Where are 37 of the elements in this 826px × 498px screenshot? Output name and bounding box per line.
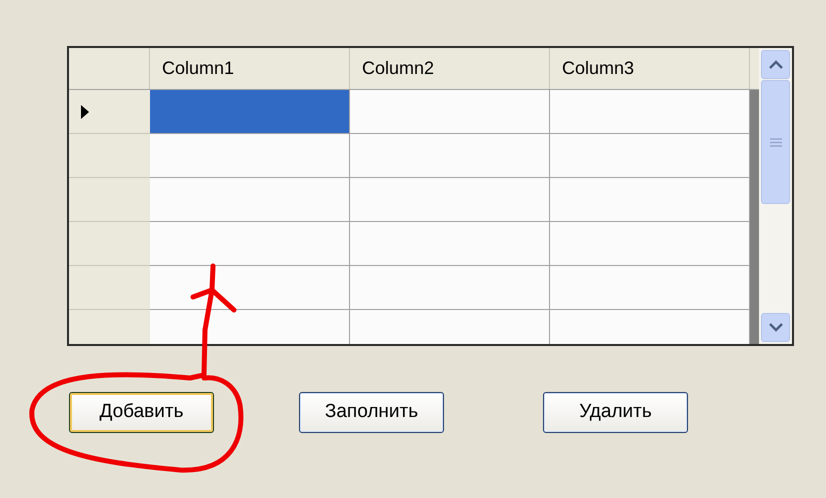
table-cell[interactable] <box>150 222 350 266</box>
action-button[interactable]: Удалить <box>543 392 688 433</box>
row-header[interactable] <box>69 134 150 178</box>
table-cell[interactable] <box>550 266 750 310</box>
column-header[interactable]: Column3 <box>550 48 750 89</box>
table-cell[interactable] <box>350 310 550 344</box>
table-cell[interactable] <box>550 310 750 344</box>
action-button[interactable]: Заполнить <box>299 392 444 433</box>
table-cell[interactable] <box>150 90 350 134</box>
table-cell[interactable] <box>350 222 550 266</box>
chevron-up-icon <box>768 60 782 69</box>
table-cell[interactable] <box>550 90 750 134</box>
table-cell[interactable] <box>150 134 350 178</box>
table-cell[interactable] <box>350 90 550 134</box>
table-cell[interactable] <box>150 178 350 222</box>
scroll-up-button[interactable] <box>761 50 790 79</box>
row-header[interactable] <box>69 266 150 310</box>
table-cell[interactable] <box>150 310 350 344</box>
column-header[interactable]: Column1 <box>150 48 350 89</box>
table-cell[interactable] <box>550 222 750 266</box>
grip-icon <box>770 138 782 146</box>
table-cell[interactable] <box>350 266 550 310</box>
table-cell[interactable] <box>350 134 550 178</box>
row-header[interactable] <box>69 222 150 266</box>
column-header[interactable]: Column2 <box>350 48 550 89</box>
action-button[interactable]: Добавить <box>69 392 214 433</box>
scroll-thumb[interactable] <box>761 80 790 204</box>
table-cell[interactable] <box>550 134 750 178</box>
row-header[interactable] <box>69 90 150 134</box>
table-cell[interactable] <box>550 178 750 222</box>
row-header[interactable] <box>69 178 150 222</box>
current-row-icon <box>81 104 89 118</box>
vertical-scrollbar[interactable] <box>759 48 792 344</box>
scroll-down-button[interactable] <box>761 313 790 342</box>
table-cell[interactable] <box>350 178 550 222</box>
chevron-down-icon <box>768 323 782 332</box>
table-cell[interactable] <box>150 266 350 310</box>
